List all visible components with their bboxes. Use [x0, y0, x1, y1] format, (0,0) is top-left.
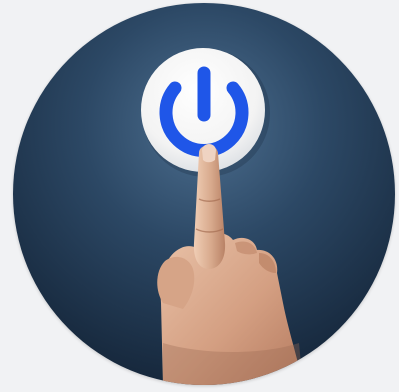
power-button-photo [13, 3, 395, 385]
image-stage [0, 0, 399, 392]
power-button-photo-svg [13, 3, 395, 385]
